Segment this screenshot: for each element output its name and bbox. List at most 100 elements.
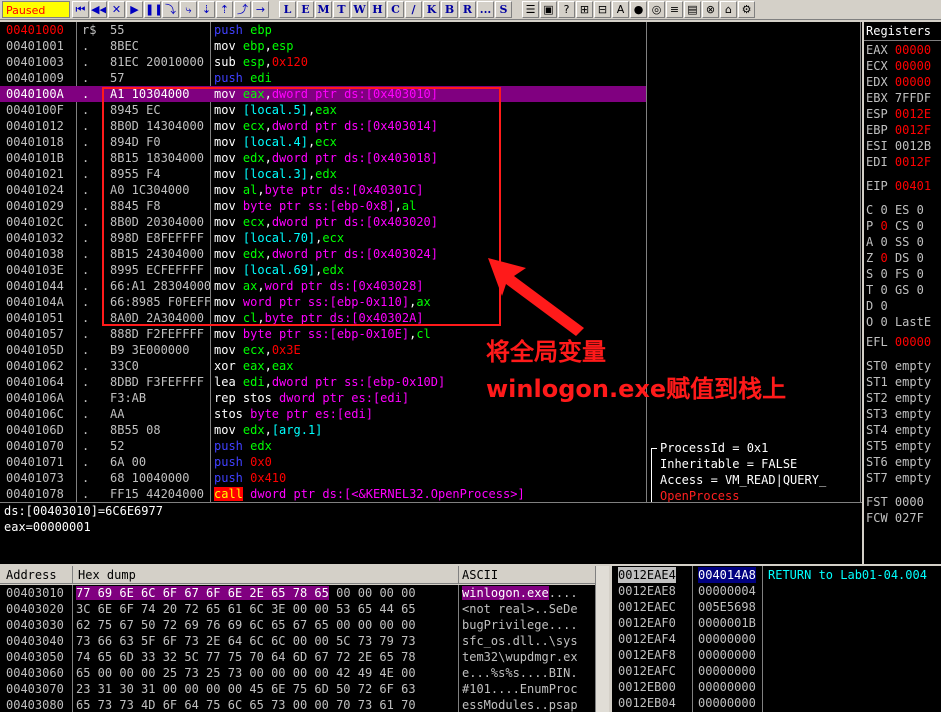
dump-header-address[interactable]: Address	[6, 566, 57, 584]
toolbar-option-button[interactable]: A	[612, 1, 629, 18]
stack-row[interactable]: 0012EAEC 005E5698	[612, 599, 941, 615]
toolbar-option-button[interactable]: ◎	[648, 1, 665, 18]
toolbar-button[interactable]: ❚❚	[144, 1, 161, 18]
disasm-row[interactable]: 00401070. 52 push edx	[0, 438, 646, 454]
disasm-row[interactable]: 00401001. 8BEC mov ebp,esp	[0, 38, 646, 54]
toolbar-option-button[interactable]: ☰	[522, 1, 539, 18]
toolbar-window-button[interactable]: L	[279, 1, 296, 18]
disasm-row[interactable]: 00401071. 6A 00 push 0x0	[0, 454, 646, 470]
toolbar-window-button[interactable]: ...	[477, 1, 494, 18]
toolbar-option-button[interactable]: ≡	[666, 1, 683, 18]
toolbar-button[interactable]: ⏮	[72, 1, 89, 18]
register-row[interactable]: EBX 7FFDF	[866, 90, 931, 106]
toolbar-option-button[interactable]: ⚙	[738, 1, 755, 18]
toolbar-button[interactable]: ⇣	[198, 1, 215, 18]
fpu-row[interactable]: ST3 empty	[866, 406, 931, 422]
stack-row[interactable]: 0012EAFC 00000000	[612, 663, 941, 679]
registers-pane[interactable]: Registers EAX 00000 ECX 00000 EDX 00000 EBX…	[864, 22, 941, 564]
stack-row[interactable]: 0012EB04 00000000	[612, 695, 941, 711]
toolbar-button[interactable]: ⤵	[162, 1, 179, 18]
fcw-row[interactable]: FCW 027F	[866, 510, 924, 526]
register-name: ST5	[866, 439, 888, 453]
disasm-row[interactable]: 00401073. 68 10040000 push 0x410	[0, 470, 646, 486]
disasm-row[interactable]: 00401078. FF15 44204000 call dword ptr ds:…	[0, 486, 646, 502]
toolbar-option-button[interactable]: ●	[630, 1, 647, 18]
hex-dump-pane[interactable]: 00403010 77 69 6E 6C 6F 67 6F 6E 2E 65 78…	[0, 585, 595, 712]
toolbar-button[interactable]: ◀◀	[90, 1, 107, 18]
flag-row[interactable]: T 0 GS 0	[866, 282, 924, 298]
toolbar-option-button[interactable]: ⊟	[594, 1, 611, 18]
toolbar-button[interactable]: →	[252, 1, 269, 18]
toolbar-button[interactable]: ⤷	[180, 1, 197, 18]
dump-ascii: tem32\wupdmgr.ex	[462, 649, 578, 665]
fpu-row[interactable]: ST4 empty	[866, 422, 931, 438]
toolbar-window-button[interactable]: M	[315, 1, 332, 18]
eip-row[interactable]: EIP 00401	[866, 178, 931, 194]
toolbar-window-button[interactable]: W	[351, 1, 368, 18]
register-row[interactable]: EBP 0012F	[866, 122, 931, 138]
fst-row[interactable]: FST 0000	[866, 494, 924, 510]
info-pane[interactable]: ds:[00403010]=6C6E6977 eax=00000001	[0, 502, 862, 564]
toolbar-option-button[interactable]: ▤	[684, 1, 701, 18]
toolbar-button[interactable]: ✕	[108, 1, 125, 18]
register-row[interactable]: EAX 00000	[866, 42, 931, 58]
toolbar-option-button[interactable]: ⌂	[720, 1, 737, 18]
fpu-row[interactable]: ST5 empty	[866, 438, 931, 454]
toolbar-button[interactable]: ⤴	[234, 1, 251, 18]
flag-row[interactable]: O 0 LastE	[866, 314, 931, 330]
register-row[interactable]: ECX 00000	[866, 58, 931, 74]
fpu-row[interactable]: ST1 empty	[866, 374, 931, 390]
register-row[interactable]: EDX 00000	[866, 74, 931, 90]
disasm-row[interactable]: 00401003. 81EC 20010000 sub esp,0x120	[0, 54, 646, 70]
stack-row[interactable]: 0012EAE8 00000004	[612, 583, 941, 599]
stack-row[interactable]: 0012EB00 00000000	[612, 679, 941, 695]
stack-row[interactable]: 0012EAF8 00000000	[612, 647, 941, 663]
toolbar-option-button[interactable]: ?	[558, 1, 575, 18]
toolbar-window-button[interactable]: H	[369, 1, 386, 18]
toolbar-option-button[interactable]: ⊞	[576, 1, 593, 18]
flag-row[interactable]: A 0 SS 0	[866, 234, 924, 250]
dump-header-ascii[interactable]: ASCII	[462, 566, 498, 584]
flag-row[interactable]: S 0 FS 0	[866, 266, 924, 282]
toolbar-button[interactable]: ▶	[126, 1, 143, 18]
disasm-row[interactable]: 00401009. 57 push edi	[0, 70, 646, 86]
efl-row[interactable]: EFL 00000	[866, 334, 931, 350]
flag-row[interactable]: C 0 ES 0	[866, 202, 924, 218]
disasm-row[interactable]: 00401000 r$ 55 push ebp	[0, 22, 646, 38]
toolbar-window-button[interactable]: K	[423, 1, 440, 18]
toolbar-window-button[interactable]: C	[387, 1, 404, 18]
flag-row[interactable]: D 0	[866, 298, 888, 314]
stack-row[interactable]: 0012EAF0 0000001B	[612, 615, 941, 631]
toolbar-window-button[interactable]: B	[441, 1, 458, 18]
stack-row[interactable]: 0012EAE4 004014A8 RETURN to Lab01-04.004	[612, 567, 941, 583]
flag-value: 0	[880, 219, 888, 233]
dump-scrollbar[interactable]	[595, 566, 609, 712]
toolbar-window-button[interactable]: E	[297, 1, 314, 18]
toolbar-button[interactable]: ⇡	[216, 1, 233, 18]
fpu-row[interactable]: ST2 empty	[866, 390, 931, 406]
register-name: EBX	[866, 91, 888, 105]
flag-row[interactable]: P 0 CS 0	[866, 218, 924, 234]
fpu-row[interactable]: ST6 empty	[866, 454, 931, 470]
disasm-row[interactable]: 0040106D. 8B55 08 mov edx,[arg.1]	[0, 422, 646, 438]
register-row[interactable]: ESI 0012B	[866, 138, 931, 154]
register-row[interactable]: ESP 0012E	[866, 106, 931, 122]
disasm-row[interactable]: 0040106C. AA stos byte ptr es:[edi]	[0, 406, 646, 422]
toolbar-window-button[interactable]: T	[333, 1, 350, 18]
register-name: ST1	[866, 375, 888, 389]
register-row[interactable]: EDI 0012F	[866, 154, 931, 170]
stack-row[interactable]: 0012EAF4 00000000	[612, 631, 941, 647]
toolbar-window-button[interactable]: S	[495, 1, 512, 18]
stack-pane[interactable]: 0012EAE4 004014A8 RETURN to Lab01-04.004 00…	[612, 566, 941, 712]
dump-header-hex[interactable]: Hex dump	[78, 566, 136, 584]
toolbar-window-button[interactable]: R	[459, 1, 476, 18]
disasm-instruction: xor eax,eax	[214, 358, 294, 374]
fpu-row[interactable]: ST7 empty	[866, 470, 931, 486]
register-value: 7FFDF	[894, 91, 932, 105]
toolbar-option-button[interactable]: ⊗	[702, 1, 719, 18]
toolbar-option-button[interactable]: ▣	[540, 1, 557, 18]
fpu-row[interactable]: ST0 empty	[866, 358, 931, 374]
toolbar-window-button[interactable]: /	[405, 1, 422, 18]
flag-row[interactable]: Z 0 DS 0	[866, 250, 924, 266]
instruction-token: byte ptr es:[edi]	[250, 407, 373, 421]
